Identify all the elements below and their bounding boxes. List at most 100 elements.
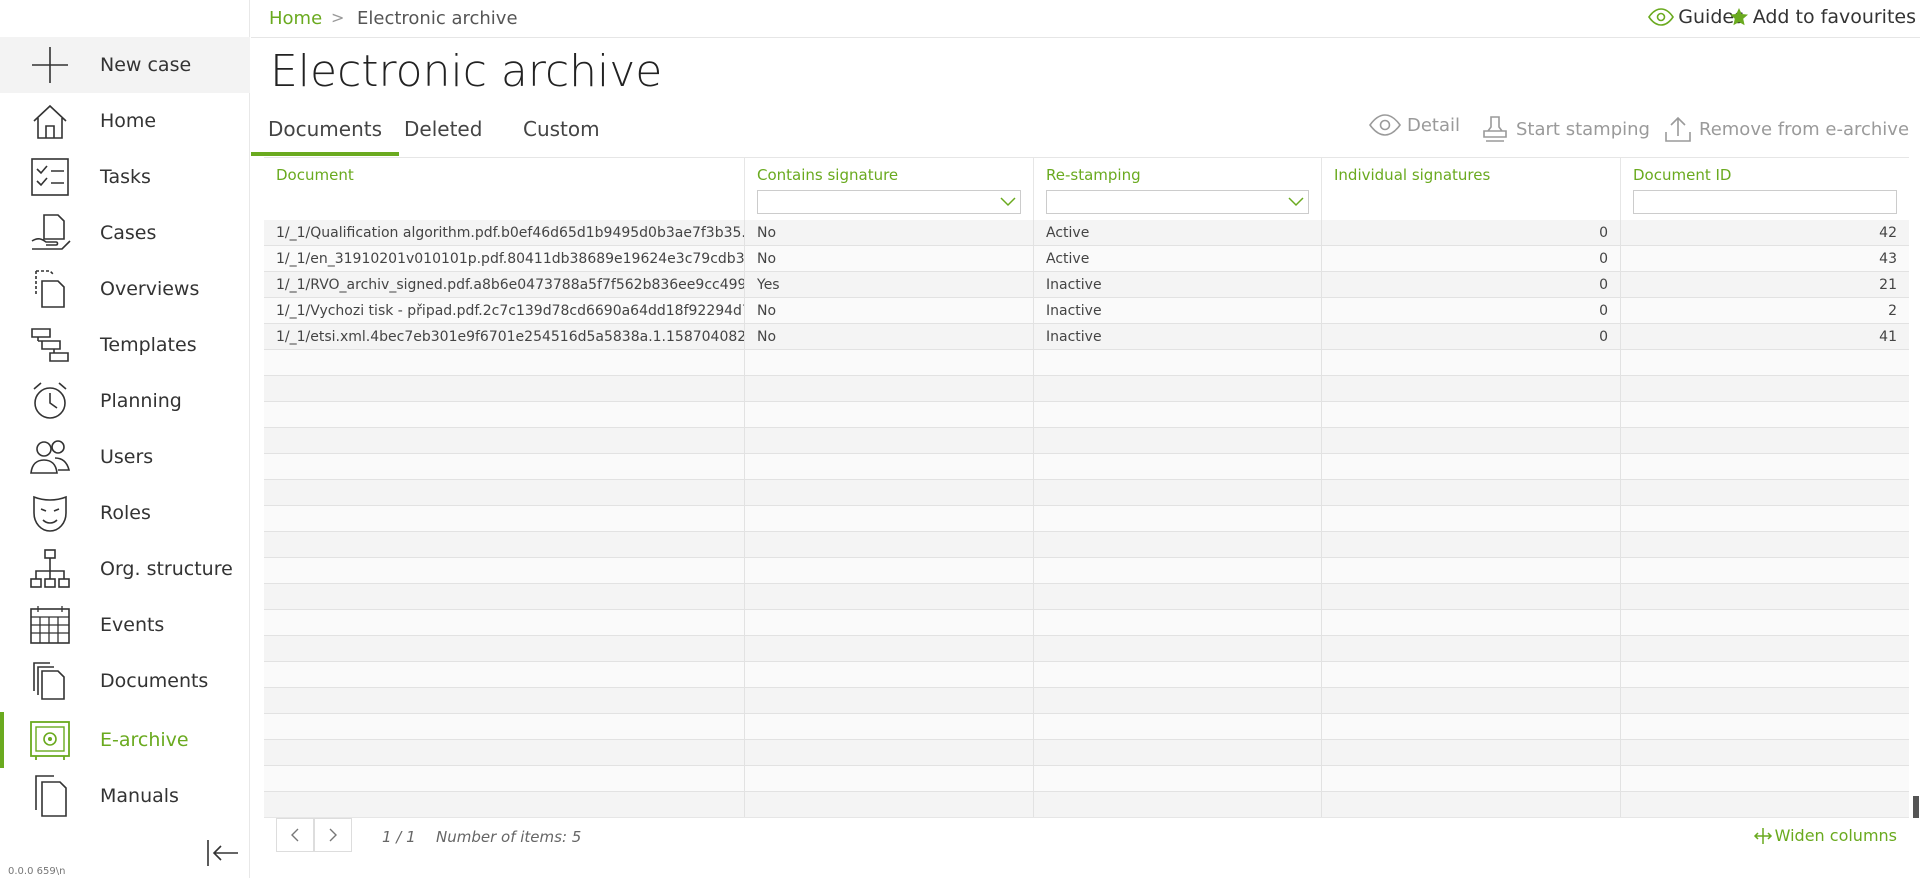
table-cell (264, 480, 745, 506)
table-cell (745, 376, 1034, 402)
table-cell (1621, 558, 1909, 584)
nav-org-structure[interactable]: Org. structure (0, 541, 250, 597)
table-cell (264, 688, 745, 714)
table-cell (1621, 636, 1909, 662)
nav-roles[interactable]: Roles (0, 485, 250, 541)
previous-page-button[interactable] (276, 818, 314, 852)
document-id-filter[interactable] (1633, 190, 1897, 214)
column-header-document[interactable]: Document (264, 158, 745, 220)
table-cell: 0 (1322, 272, 1621, 298)
breadcrumb-current: Electronic archive (357, 8, 518, 29)
table-cell (264, 792, 745, 818)
table-cell (1621, 454, 1909, 480)
nav-documents[interactable]: Documents (0, 653, 250, 709)
table-cell (1322, 636, 1621, 662)
table-row (264, 662, 1909, 688)
nav-home[interactable]: Home (0, 93, 250, 149)
table-cell (745, 766, 1034, 792)
chevron-right-icon (329, 828, 337, 842)
breadcrumb-home[interactable]: Home (269, 8, 322, 29)
nav-new-case[interactable]: New case (0, 37, 250, 93)
column-header-individual-signatures[interactable]: Individual signatures (1322, 158, 1621, 220)
table-cell (1034, 532, 1322, 558)
vertical-scrollbar[interactable] (1910, 218, 1920, 818)
table-row[interactable]: 1/_1/RVO_archiv_signed.pdf.a8b6e0473788a… (264, 272, 1909, 298)
table-row[interactable]: 1/_1/Qualification algorithm.pdf.b0ef46d… (264, 220, 1909, 246)
contains-signature-filter[interactable] (757, 190, 1021, 214)
nav-label: Tasks (100, 166, 151, 188)
add-to-favourites-link[interactable]: Add to favourites (1729, 6, 1916, 28)
eye-icon (1648, 8, 1675, 26)
table-cell: 0 (1322, 246, 1621, 272)
tab-custom[interactable]: Custom (506, 112, 617, 156)
table-cell (264, 740, 745, 766)
nav-label: Events (100, 614, 165, 636)
items-count: Number of items: 5 (436, 828, 582, 846)
table-cell: Inactive (1034, 272, 1322, 298)
remove-from-archive-button[interactable]: Remove from e-archive (1663, 114, 1909, 144)
column-header-document-id[interactable]: Document ID (1621, 158, 1909, 220)
table-cell (1034, 506, 1322, 532)
column-title: Document ID (1633, 166, 1732, 184)
nav-tasks[interactable]: Tasks (0, 149, 250, 205)
table-cell: 1/_1/en_31910201v010101p.pdf.80411db3868… (264, 246, 745, 272)
table-row (264, 766, 1909, 792)
tab-documents[interactable]: Documents (251, 112, 400, 156)
nav-planning[interactable]: Planning (0, 373, 250, 429)
column-header-re-stamping[interactable]: Re-stamping (1034, 158, 1322, 220)
table-cell (1322, 428, 1621, 454)
table-cell (1034, 662, 1322, 688)
nav-label: E-archive (100, 729, 189, 751)
home-icon (33, 104, 67, 139)
detail-button[interactable]: Detail (1369, 114, 1460, 136)
table-cell: 0 (1322, 298, 1621, 324)
table-cell: Active (1034, 246, 1322, 272)
page-title: Electronic archive (270, 46, 663, 97)
documents-table: Document Contains signature Re-stamping … (264, 157, 1909, 818)
page-indicator: 1 / 1 (382, 828, 416, 846)
tab-deleted[interactable]: Deleted (387, 112, 499, 156)
nav-cases[interactable]: Cases (0, 205, 250, 261)
nav-templates[interactable]: Templates (0, 317, 250, 373)
table-row[interactable]: 1/_1/Vychozi tisk - připad.pdf.2c7c139d7… (264, 298, 1909, 324)
nav-e-archive[interactable]: E-archive (0, 712, 250, 768)
start-stamping-button[interactable]: Start stamping (1480, 114, 1650, 144)
collapse-sidebar-icon[interactable] (206, 838, 240, 868)
table-cell (264, 506, 745, 532)
table-row[interactable]: 1/_1/en_31910201v010101p.pdf.80411db3868… (264, 246, 1909, 272)
nav-users[interactable]: Users (0, 429, 250, 485)
start-stamping-label: Start stamping (1516, 118, 1650, 140)
column-header-contains-signature[interactable]: Contains signature (745, 158, 1034, 220)
re-stamping-filter[interactable] (1046, 190, 1309, 214)
nav-label: Cases (100, 222, 157, 244)
next-page-button[interactable] (314, 818, 352, 852)
widen-columns-button[interactable]: Widen columns (1753, 826, 1897, 845)
nav-manuals[interactable]: Manuals (0, 768, 250, 824)
table-cell (745, 636, 1034, 662)
scrollbar-thumb[interactable] (1913, 796, 1919, 818)
table-cell (745, 532, 1034, 558)
star-icon (1729, 8, 1748, 26)
table-cell (745, 714, 1034, 740)
nav-overviews[interactable]: Overviews (0, 261, 250, 317)
table-cell: No (745, 246, 1034, 272)
nav-events[interactable]: Events (0, 597, 250, 653)
table-cell (1322, 558, 1621, 584)
table-row[interactable]: 1/_1/etsi.xml.4bec7eb301e9f6701e254516d5… (264, 324, 1909, 350)
chevron-down-icon (1000, 197, 1016, 207)
template-flow-icon (31, 328, 69, 362)
table-row (264, 506, 1909, 532)
table-cell (745, 792, 1034, 818)
eye-icon (1369, 114, 1401, 136)
table-row (264, 480, 1909, 506)
hand-document-icon (31, 214, 71, 250)
table-cell (1034, 350, 1322, 376)
table-cell: 1/_1/etsi.xml.4bec7eb301e9f6701e254516d5… (264, 324, 745, 350)
column-title: Document (276, 166, 354, 184)
table-cell (1034, 792, 1322, 818)
sidebar: New case Home Tasks Cases Overviews Temp… (0, 0, 250, 878)
table-cell (1322, 792, 1621, 818)
nav-label: Org. structure (100, 558, 233, 580)
table-cell: 1/_1/Vychozi tisk - připad.pdf.2c7c139d7… (264, 298, 745, 324)
table-cell: Inactive (1034, 298, 1322, 324)
